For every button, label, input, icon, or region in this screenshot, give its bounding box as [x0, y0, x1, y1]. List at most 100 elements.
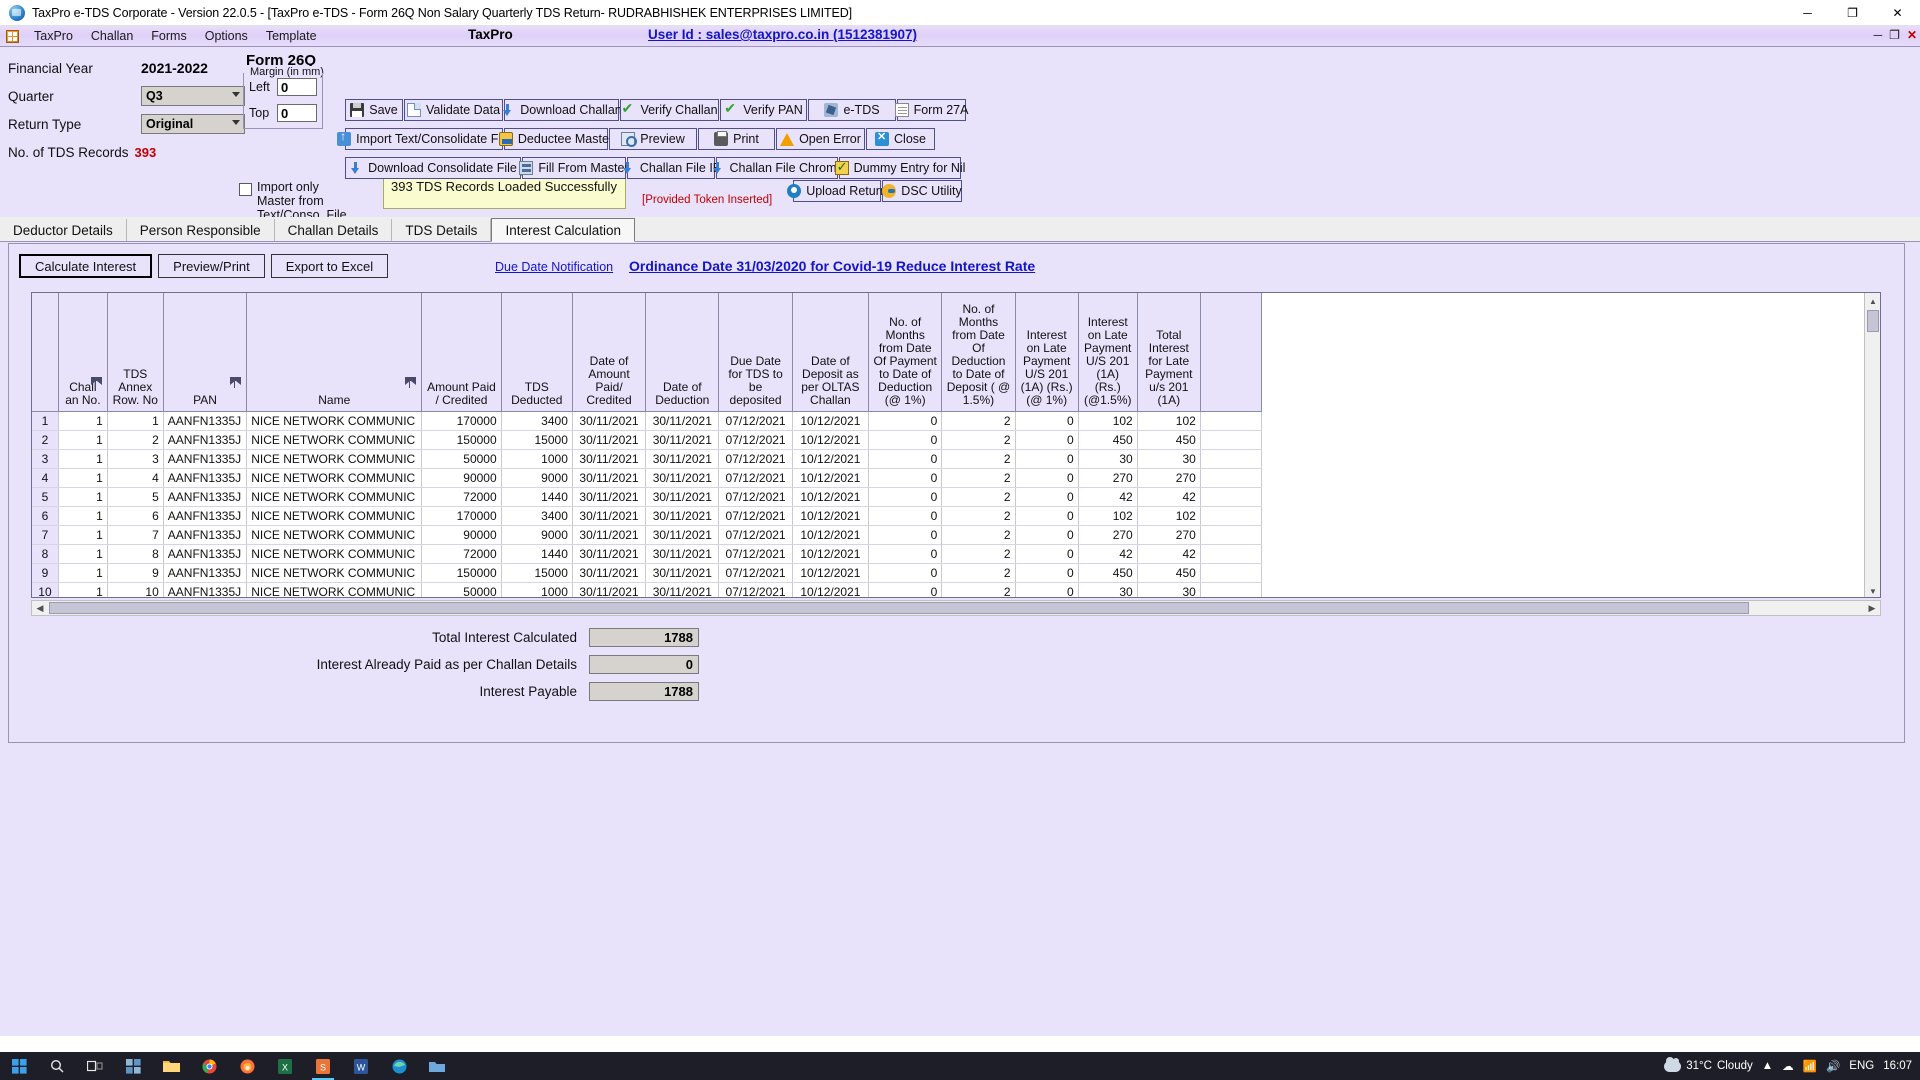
col-header-rownum[interactable] — [1200, 293, 1263, 412]
table-cell[interactable]: 07/12/2021 — [718, 487, 793, 507]
vertical-scroll-thumb[interactable] — [1867, 310, 1879, 332]
validate-data-button[interactable]: Validate Data — [404, 99, 503, 121]
word-icon[interactable]: W — [342, 1052, 380, 1080]
table-cell[interactable]: 07/12/2021 — [718, 525, 793, 545]
network-icon[interactable]: 📶 — [1803, 1059, 1817, 1073]
col-header-no-of-months-from-date-of-payment-to-date-[interactable]: No. of Months from Date Of Payment to Da… — [868, 293, 943, 412]
user-id-link[interactable]: User Id : sales@taxpro.co.in (1512381907… — [648, 27, 917, 42]
col-header-amount-paid-credited[interactable]: Amount Paid / Credited — [421, 293, 502, 412]
table-cell[interactable]: AANFN1335J — [163, 582, 248, 597]
col-header-rownum[interactable] — [32, 293, 59, 412]
table-cell[interactable]: 1 — [58, 563, 108, 583]
print-button[interactable]: Print — [698, 128, 775, 150]
table-cell[interactable]: 72000 — [421, 544, 502, 564]
close-button[interactable]: Close — [866, 128, 935, 150]
file-explorer-icon[interactable] — [152, 1052, 190, 1080]
table-cell[interactable]: 5 — [107, 487, 164, 507]
table-cell[interactable]: 0 — [1015, 430, 1079, 450]
table-cell[interactable]: 42 — [1078, 487, 1138, 507]
dsc-utility-button[interactable]: DSC Utility — [882, 180, 962, 202]
table-cell[interactable]: 2 — [107, 430, 164, 450]
table-cell[interactable]: 10/12/2021 — [792, 487, 870, 507]
table-cell[interactable]: 8 — [107, 544, 164, 564]
row-number[interactable]: 6 — [32, 506, 59, 526]
table-cell[interactable]: 0 — [868, 544, 943, 564]
table-cell[interactable]: 2 — [941, 430, 1016, 450]
table-cell[interactable]: 3400 — [501, 411, 573, 431]
table-cell[interactable]: 30/11/2021 — [645, 468, 720, 488]
chevron-up-icon[interactable]: ▲ — [1762, 1060, 1773, 1072]
grid-vertical-scrollbar[interactable]: ▲ ▼ — [1864, 293, 1880, 597]
table-cell[interactable]: 102 — [1137, 506, 1201, 526]
table-cell[interactable] — [1200, 487, 1263, 507]
table-cell[interactable]: 0 — [1015, 506, 1079, 526]
preview-button[interactable]: Preview — [609, 128, 697, 150]
table-cell[interactable]: AANFN1335J — [163, 468, 248, 488]
filter-icon[interactable] — [230, 376, 242, 388]
row-number[interactable]: 10 — [32, 582, 59, 597]
table-cell[interactable]: 10/12/2021 — [792, 544, 870, 564]
table-cell[interactable]: 07/12/2021 — [718, 563, 793, 583]
table-cell[interactable]: 42 — [1137, 487, 1201, 507]
table-cell[interactable]: 270 — [1078, 468, 1138, 488]
tab-tds-details[interactable]: TDS Details — [392, 219, 492, 241]
windows-start-icon[interactable] — [0, 1052, 38, 1080]
table-cell[interactable]: 30/11/2021 — [572, 582, 647, 597]
open-error-button[interactable]: Open Error — [776, 128, 865, 150]
table-cell[interactable]: 2 — [941, 506, 1016, 526]
table-cell[interactable]: 3 — [107, 449, 164, 469]
table-cell[interactable]: 2 — [941, 563, 1016, 583]
ordinance-link[interactable]: Ordinance Date 31/03/2020 for Covid-19 R… — [629, 258, 1035, 274]
download-challan-button[interactable]: Download Challan — [503, 99, 622, 121]
table-cell[interactable] — [1200, 582, 1263, 597]
verify-challan-button[interactable]: Verify Challan — [620, 99, 719, 121]
deductee-master-button[interactable]: Deductee Master — [498, 128, 613, 150]
col-header-tds-annex-row-no[interactable]: TDS Annex Row. No — [107, 293, 164, 412]
table-cell[interactable]: 07/12/2021 — [718, 544, 793, 564]
table-cell[interactable]: 30/11/2021 — [645, 506, 720, 526]
table-cell[interactable]: 30/11/2021 — [572, 506, 647, 526]
table-cell[interactable]: 30/11/2021 — [572, 525, 647, 545]
row-number[interactable]: 7 — [32, 525, 59, 545]
col-header-total-interest-for-late-payment-u-s-201-1a[interactable]: Total Interest for Late Payment u/s 201 … — [1137, 293, 1201, 412]
table-cell[interactable]: 6 — [107, 506, 164, 526]
table-cell[interactable]: 150000 — [421, 430, 502, 450]
table-cell[interactable]: 7 — [107, 525, 164, 545]
table-cell[interactable]: 30/11/2021 — [645, 563, 720, 583]
import-only-master-checkbox[interactable] — [239, 183, 252, 196]
weather-widget[interactable]: 31°C Cloudy — [1664, 1056, 1753, 1072]
col-header-name[interactable]: Name — [246, 293, 423, 412]
table-cell[interactable]: AANFN1335J — [163, 525, 248, 545]
menu-options[interactable]: Options — [196, 28, 257, 44]
table-cell[interactable]: 170000 — [421, 506, 502, 526]
window-minimize-button[interactable]: ─ — [1785, 0, 1830, 26]
row-number[interactable]: 1 — [32, 411, 59, 431]
table-cell[interactable]: 07/12/2021 — [718, 506, 793, 526]
upload-return-button[interactable]: Upload Return — [787, 180, 887, 202]
interest-grid[interactable]: Chall an No. TDS Annex Row. No PAN Name Amou… — [31, 292, 1881, 598]
table-cell[interactable]: 07/12/2021 — [718, 449, 793, 469]
table-cell[interactable]: 270 — [1078, 525, 1138, 545]
table-cell[interactable]: 50000 — [421, 449, 502, 469]
row-number[interactable]: 2 — [32, 430, 59, 450]
table-cell[interactable]: 150000 — [421, 563, 502, 583]
table-cell[interactable]: 9000 — [501, 468, 573, 488]
margin-top-input[interactable]: 0 — [277, 104, 317, 122]
table-cell[interactable]: 2 — [941, 582, 1016, 597]
table-cell[interactable] — [1200, 563, 1263, 583]
table-cell[interactable]: 1 — [58, 506, 108, 526]
table-cell[interactable]: 42 — [1078, 544, 1138, 564]
table-row[interactable]: 4 1 4 AANFN1335J NICE NETWORK COMMUNIC 90000 9… — [32, 468, 1263, 488]
table-cell[interactable]: 30/11/2021 — [645, 411, 720, 431]
scroll-right-icon[interactable]: ▶ — [1864, 601, 1880, 615]
col-header-pan[interactable]: PAN — [163, 293, 248, 412]
table-cell[interactable]: 270 — [1137, 525, 1201, 545]
mdi-minimize-button[interactable]: ─ — [1874, 28, 1883, 42]
table-cell[interactable]: 0 — [868, 468, 943, 488]
download-consolidate-file-button[interactable]: Download Consolidate File — [345, 157, 521, 179]
filter-icon[interactable] — [405, 376, 417, 388]
table-cell[interactable]: 10/12/2021 — [792, 449, 870, 469]
quarter-select[interactable]: Q3 — [141, 86, 245, 106]
search-icon[interactable] — [38, 1052, 76, 1080]
preview-print-button[interactable]: Preview/Print — [158, 254, 265, 278]
